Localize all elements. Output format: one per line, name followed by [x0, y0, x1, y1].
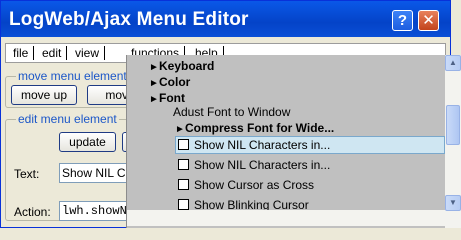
menu-item-label: Show NIL Characters in... — [194, 138, 331, 152]
menu-item-show-nil-1[interactable]: Show NIL Characters in... — [194, 137, 330, 153]
help-button[interactable]: ? — [392, 10, 413, 31]
checkbox-blinking-cursor[interactable] — [178, 199, 189, 210]
menu-item-show-nil-2[interactable]: Show NIL Characters in... — [194, 157, 330, 173]
move-up-button[interactable]: move up — [11, 85, 77, 105]
submenu-arrow-icon: ► — [149, 94, 159, 105]
title-bar[interactable]: LogWeb/Ajax Menu Editor ? ✕ — [1, 1, 450, 37]
menu-item-label: Adust Font to Window — [173, 105, 291, 119]
menu-file[interactable]: file — [13, 46, 35, 60]
menu-item-label: Show Cursor as Cross — [194, 178, 315, 192]
menu-item-cursor-cross[interactable]: Show Cursor as Cross — [194, 177, 314, 193]
text-label: Text: — [14, 167, 40, 181]
scroll-up-button[interactable]: ▲ — [445, 55, 461, 71]
edit-group-legend: edit menu element — [16, 112, 119, 126]
checkbox-cursor-cross[interactable] — [178, 179, 189, 190]
vertical-scrollbar[interactable]: ▲ ▼ — [445, 55, 461, 228]
menu-item-keyboard[interactable]: ►Keyboard — [149, 58, 214, 74]
menu-item-compress-font[interactable]: ►Compress Font for Wide... — [175, 120, 334, 136]
scroll-thumb[interactable] — [446, 105, 460, 145]
menu-item-label: Keyboard — [159, 59, 215, 73]
menu-view[interactable]: view — [75, 46, 106, 60]
menu-item-label: Font — [159, 91, 185, 105]
close-button[interactable]: ✕ — [418, 10, 439, 31]
menu-item-adjust-font[interactable]: Adust Font to Window — [173, 104, 290, 120]
menu-item-color[interactable]: ►Color — [149, 74, 190, 90]
menu-edit[interactable]: edit — [42, 46, 68, 60]
window-title: LogWeb/Ajax Menu Editor — [9, 9, 249, 30]
menu-item-label: Show NIL Characters in... — [194, 158, 331, 172]
checkbox-show-nil-1[interactable] — [178, 139, 189, 150]
menu-item-label: Compress Font for Wide... — [185, 121, 335, 135]
menu-item-label: Color — [159, 75, 191, 89]
scroll-down-button[interactable]: ▼ — [445, 195, 461, 211]
action-label: Action: — [14, 205, 51, 219]
move-group-legend: move menu element — [16, 69, 129, 83]
checkbox-show-nil-2[interactable] — [178, 159, 189, 170]
update-button[interactable]: update — [59, 132, 116, 152]
horizontal-scrollbar[interactable] — [127, 210, 445, 226]
functions-dropdown-menu: ►Keyboard ►Color ►Font Adust Font to Win… — [126, 55, 461, 228]
